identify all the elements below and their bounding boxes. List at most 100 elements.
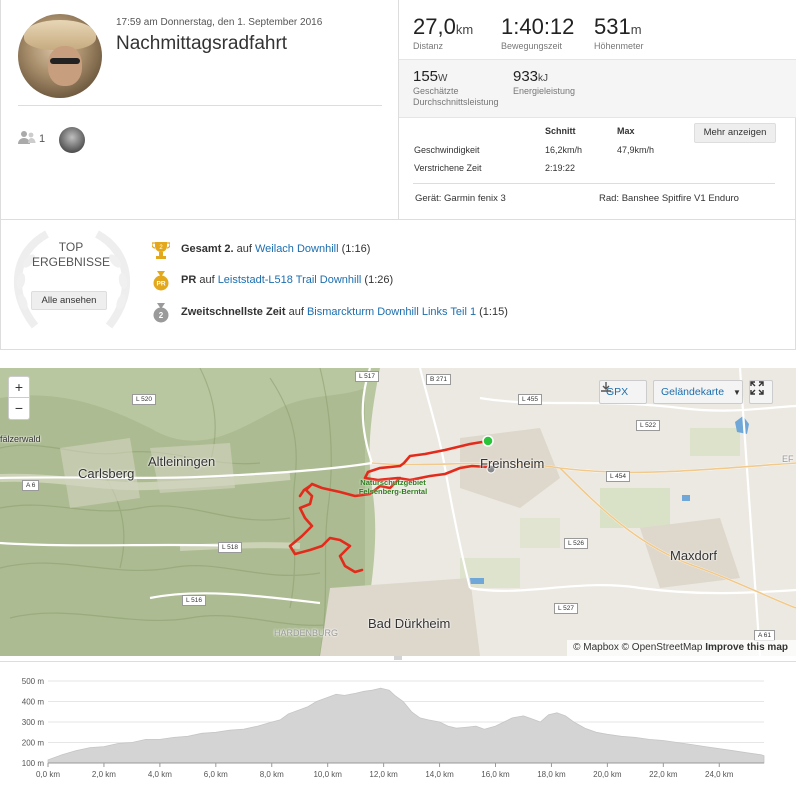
attribution-mapbox[interactable]: © Mapbox (573, 642, 619, 653)
x-tick-label: 18,0 km (537, 770, 566, 779)
achievement-time: (1:15) (476, 306, 508, 318)
group-count: 1 (39, 133, 46, 145)
y-tick-label: 200 m (22, 739, 45, 748)
device-info: Gerät: Garmin fenix 3 (415, 193, 506, 204)
stat-moving-time: 1:40:12 Bewegungszeit (501, 14, 574, 51)
power-unit: W (438, 73, 448, 84)
y-tick-label: 400 m (22, 698, 45, 707)
segment-link[interactable]: Leiststadt-L518 Trail Downhill (218, 274, 362, 286)
elevation-label: Höhenmeter (594, 41, 644, 51)
x-tick-label: 20,0 km (593, 770, 622, 779)
trophy-icon: 2 (152, 242, 170, 259)
achievement-title: Zweitschnellste Zeit (181, 306, 286, 318)
achievement-title: PR (181, 274, 197, 286)
achievement-time: (1:26) (361, 274, 394, 286)
see-all-button[interactable]: Alle ansehen (31, 291, 107, 310)
gpx-export-button[interactable]: GPX (599, 380, 647, 404)
map-type-dropdown[interactable]: Geländekarte ▼ (653, 380, 743, 404)
place-hardenburg: HARDENBURG (274, 628, 339, 638)
place-freinsheim: Freinsheim (480, 456, 545, 471)
col-avg-header: Schnitt (545, 126, 576, 136)
moving-time-value: 1:40:12 (501, 14, 575, 39)
companion-avatar[interactable] (59, 127, 85, 153)
download-icon (601, 382, 611, 392)
x-tick-label: 24,0 km (705, 770, 734, 779)
x-tick-label: 12,0 km (369, 770, 398, 779)
bike-info: Rad: Banshee Spitfire V1 Enduro (599, 193, 739, 204)
segment-link[interactable]: Bismarckturm Downhill Links Teil 1 (307, 306, 476, 318)
svg-text:2: 2 (159, 311, 164, 320)
elapsed-time-label: Verstrichene Zeit (414, 163, 482, 173)
road-label: L 526 (564, 538, 589, 549)
zoom-out-button[interactable]: − (9, 398, 29, 419)
top-results-title-line1: TOP (58, 240, 84, 254)
silver-medal-icon: 2 (153, 303, 169, 323)
elevation-profile[interactable]: 500 m 400 m 300 m 200 m 100 m 0,0 km 2,0 km 4,0… (0, 661, 796, 795)
top-results-title: TOP ERGEBNISSE (25, 240, 117, 270)
secondary-stats: 155W Geschätzte Durchschnittsleistung 93… (399, 60, 796, 118)
energy-label: Energieleistung (513, 86, 576, 96)
caret-down-icon: ▼ (732, 388, 741, 397)
elevation-area (47, 687, 765, 764)
elevation-value: 531 (594, 14, 631, 39)
road-label: L 517 (355, 371, 380, 382)
elapsed-time-value: 2:19:22 (545, 163, 576, 173)
divider (413, 183, 775, 184)
svg-text:PR: PR (156, 281, 165, 288)
distance-label: Distanz (413, 41, 444, 51)
attribution-osm[interactable]: © OpenStreetMap (622, 642, 703, 653)
road-label: L 520 (132, 394, 157, 405)
fullscreen-button[interactable] (749, 380, 773, 404)
elevation-unit: m (630, 22, 642, 37)
col-max-header: Max (617, 126, 635, 136)
moving-time-label: Bewegungszeit (501, 41, 563, 51)
athlete-avatar[interactable] (18, 14, 102, 98)
stat-energy: 933kJ Energieleistung (513, 68, 575, 96)
expand-icon (750, 381, 764, 395)
stat-distance: 27,0km Distanz (413, 14, 473, 51)
road-label: B 271 (426, 374, 451, 385)
x-tick-label: 4,0 km (148, 770, 172, 779)
speed-avg: 16,2km/h (545, 145, 583, 155)
y-tick-label: 300 m (22, 718, 45, 727)
route-map[interactable]: Carlsberg Altleiningen Freinsheim Maxdor… (0, 368, 796, 656)
speed-label: Geschwindigkeit (414, 145, 480, 155)
road-label: A 6 (22, 480, 40, 491)
road-label: L 518 (218, 542, 243, 553)
activity-datetime: 17:59 am Donnerstag, den 1. September 20… (116, 17, 323, 28)
distance-unit: km (455, 22, 474, 37)
distance-value: 27,0 (413, 14, 456, 39)
primary-stats: 27,0km Distanz 1:40:12 Bewegungszeit 531… (399, 0, 796, 60)
x-tick-label: 10,0 km (313, 770, 342, 779)
x-tick-label: 2,0 km (92, 770, 116, 779)
x-tick-label: 14,0 km (425, 770, 454, 779)
energy-unit: kJ (538, 73, 549, 84)
x-tick-label: 0,0 km (36, 770, 60, 779)
group-icon[interactable] (18, 130, 36, 146)
zoom-in-button[interactable]: + (9, 377, 29, 398)
road-label: L 454 (606, 471, 631, 482)
zoom-control: + − (8, 376, 30, 420)
achievement-time: (1:16) (338, 243, 371, 255)
road-label: L 527 (554, 603, 579, 614)
achievement-title: Gesamt 2. (181, 243, 234, 255)
map-attribution: © Mapbox © OpenStreetMap Improve this ma… (567, 640, 796, 656)
show-more-button[interactable]: Mehr anzeigen (694, 123, 776, 143)
segment-link[interactable]: Weilach Downhill (255, 243, 339, 255)
road-label: L 516 (182, 595, 207, 606)
y-tick-label: 100 m (22, 759, 45, 768)
speed-max: 47,9km/h (617, 145, 655, 155)
top-results-title-line2: ERGEBNISSE (31, 255, 111, 269)
achievement-connector: auf (285, 306, 307, 318)
elevation-chart: 500 m 400 m 300 m 200 m 100 m 0,0 km 2,0 km 4,0… (22, 677, 765, 779)
road-label: L 522 (636, 420, 661, 431)
stat-elevation: 531m Höhenmeter (594, 14, 644, 51)
power-label: Geschätzte (413, 86, 459, 96)
power-label-2: Durchschnittsleistung (413, 97, 499, 107)
activity-stats: 27,0km Distanz 1:40:12 Bewegungszeit 531… (399, 0, 796, 220)
activity-card: 17:59 am Donnerstag, den 1. September 20… (0, 0, 796, 220)
improve-map-link[interactable]: Improve this map (705, 642, 788, 653)
place-ef: EF (782, 454, 794, 464)
top-results-section: TOP ERGEBNISSE Alle ansehen 2 Gesamt 2. … (0, 220, 796, 350)
nature-reserve-label: Naturschutzgebiet Felsenberg-Berntal (358, 478, 428, 496)
